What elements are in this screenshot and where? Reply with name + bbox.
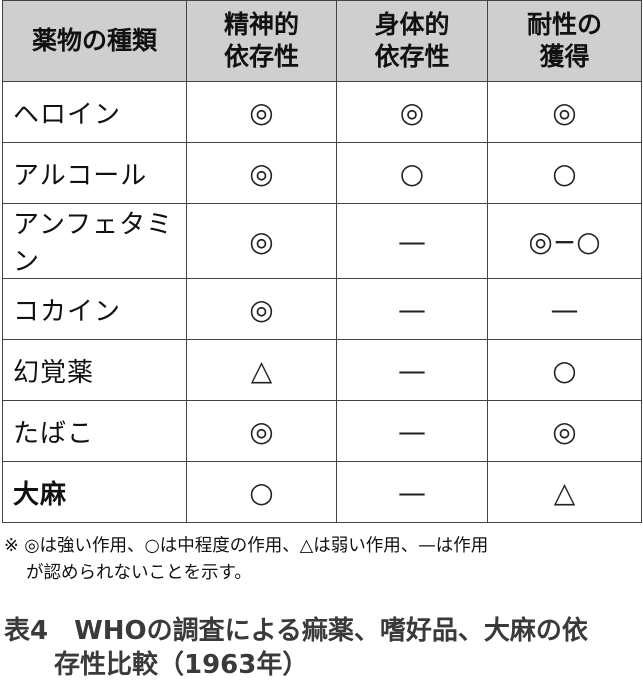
drug-name: アンフェタミン: [2, 203, 187, 279]
tolerance-mark: ◎: [487, 81, 642, 143]
header-physical-dependence: 身体的 依存性: [336, 0, 488, 82]
drug-name: コカイン: [2, 278, 187, 340]
table-row: 幻覚薬 △ — ○: [2, 339, 642, 401]
header-drug-type: 薬物の種類: [2, 0, 187, 82]
tolerance-mark: ○: [487, 142, 642, 204]
physical-mark: ◎: [336, 81, 488, 143]
physical-mark: —: [336, 278, 488, 340]
table-footnote: ※ ◎は強い作用、○は中程度の作用、△は弱い作用、—は作用 が認められないことを…: [4, 533, 640, 587]
footnote-line-2: が認められないことを示す。: [26, 563, 252, 583]
psychological-mark: ◎: [186, 142, 337, 204]
tolerance-mark: —: [487, 278, 642, 340]
drug-name: ヘロイン: [2, 81, 187, 143]
drug-name: アルコール: [2, 142, 187, 204]
table-caption: 表4 WHOの調査による痲薬、嗜好品、大麻の依 存性比較（1963年）: [4, 614, 640, 682]
drug-name: 幻覚薬: [2, 339, 187, 401]
table-row: ヘロイン ◎ ◎ ◎: [2, 81, 642, 143]
header-psychological-dependence: 精神的 依存性: [186, 0, 337, 82]
dependence-comparison-table: 薬物の種類 精神的 依存性 身体的 依存性 耐性の 獲得 ヘロイン ◎ ◎ ◎ …: [2, 0, 642, 523]
table-row: 大麻 ○ — △: [2, 461, 642, 523]
psychological-mark: ◎: [186, 203, 337, 279]
drug-name: 大麻: [2, 461, 187, 523]
table-header-row: 薬物の種類 精神的 依存性 身体的 依存性 耐性の 獲得: [2, 0, 642, 82]
caption-line-1: 表4 WHOの調査による痲薬、嗜好品、大麻の依: [4, 616, 588, 646]
table-row: たばこ ◎ — ◎: [2, 400, 642, 462]
physical-mark: —: [336, 461, 488, 523]
table-row: コカイン ◎ — —: [2, 278, 642, 340]
tolerance-mark: ○: [487, 339, 642, 401]
psychological-mark: △: [186, 339, 337, 401]
table-row: アルコール ◎ ○ ○: [2, 142, 642, 204]
psychological-mark: ◎: [186, 81, 337, 143]
tolerance-mark: △: [487, 461, 642, 523]
psychological-mark: ○: [186, 461, 337, 523]
tolerance-mark: ◎−○: [487, 203, 642, 279]
header-tolerance: 耐性の 獲得: [487, 0, 642, 82]
physical-mark: ○: [336, 142, 488, 204]
drug-name: たばこ: [2, 400, 187, 462]
physical-mark: —: [336, 203, 488, 279]
psychological-mark: ◎: [186, 278, 337, 340]
physical-mark: —: [336, 400, 488, 462]
psychological-mark: ◎: [186, 400, 337, 462]
footnote-line-1: ※ ◎は強い作用、○は中程度の作用、△は弱い作用、—は作用: [4, 536, 489, 556]
table-row: アンフェタミン ◎ — ◎−○: [2, 203, 642, 279]
physical-mark: —: [336, 339, 488, 401]
tolerance-mark: ◎: [487, 400, 642, 462]
comparison-table-container: 薬物の種類 精神的 依存性 身体的 依存性 耐性の 獲得 ヘロイン ◎ ◎ ◎ …: [0, 0, 643, 523]
caption-line-2: 存性比較（1963年）: [54, 650, 309, 680]
